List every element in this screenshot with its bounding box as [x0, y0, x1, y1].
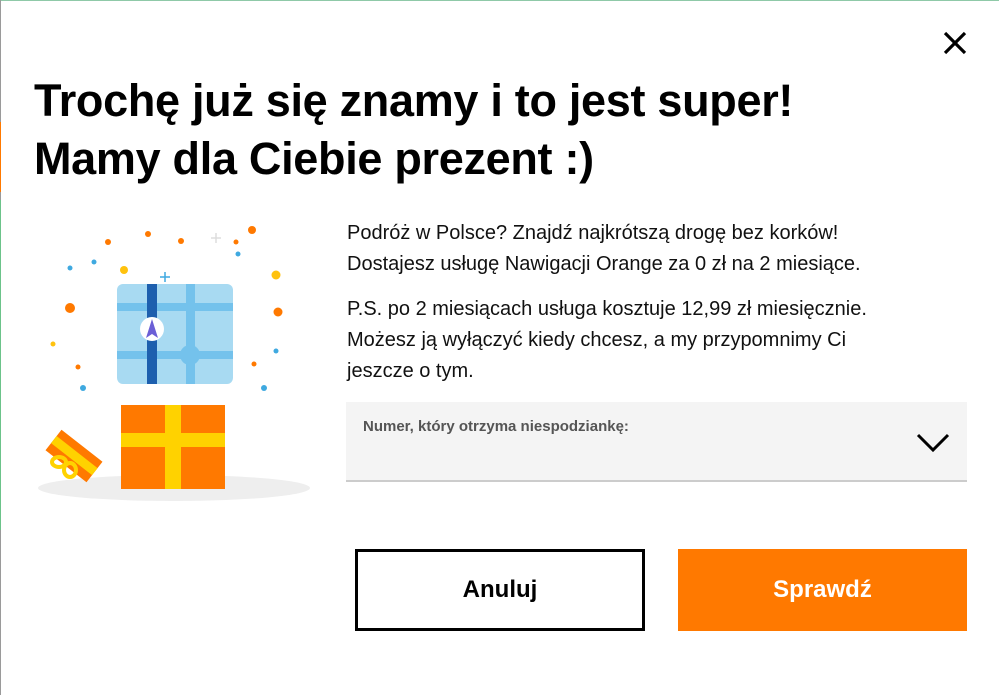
chevron-down-icon	[916, 433, 950, 453]
description-line-1: Podróż w Polsce? Znajdź najkrótszą drogę…	[347, 222, 839, 244]
phone-number-select[interactable]: Numer, który otrzyma niespodziankę:	[346, 402, 967, 482]
gift-box-icon	[121, 405, 225, 489]
dialog-title: Trochę już się znamy i to jest super! Ma…	[34, 72, 934, 188]
gift-navigation-illustration	[36, 208, 316, 508]
dialog-title-line-2: Mamy dla Ciebie prezent :)	[34, 133, 594, 184]
gift-dialog: Trochę już się znamy i to jest super! Ma…	[0, 0, 999, 695]
ps-line-2: Możesz ją wyłączyć kiedy chcesz, a my pr…	[347, 329, 847, 351]
sparkle-icons	[160, 233, 221, 282]
map-icon	[117, 284, 233, 384]
ps-line-3: jeszcze o tym.	[347, 360, 474, 382]
phone-number-select-label: Numer, który otrzyma niespodziankę:	[363, 418, 629, 435]
dialog-title-line-1: Trochę już się znamy i to jest super!	[34, 75, 794, 126]
ps-line-1: P.S. po 2 miesiącach usługa kosztuje 12,…	[347, 298, 867, 320]
description-paragraph: Podróż w Polsce? Znajdź najkrótszą drogę…	[347, 218, 977, 280]
dialog-description: Podróż w Polsce? Znajdź najkrótszą drogę…	[347, 218, 977, 387]
close-icon	[943, 31, 967, 55]
ps-paragraph: P.S. po 2 miesiącach usługa kosztuje 12,…	[347, 294, 977, 387]
cancel-button[interactable]: Anuluj	[355, 549, 645, 631]
confirm-button[interactable]: Sprawdź	[678, 549, 967, 631]
description-line-2: Dostajesz usługę Nawigacji Orange za 0 z…	[347, 253, 861, 275]
close-button[interactable]	[938, 26, 972, 60]
